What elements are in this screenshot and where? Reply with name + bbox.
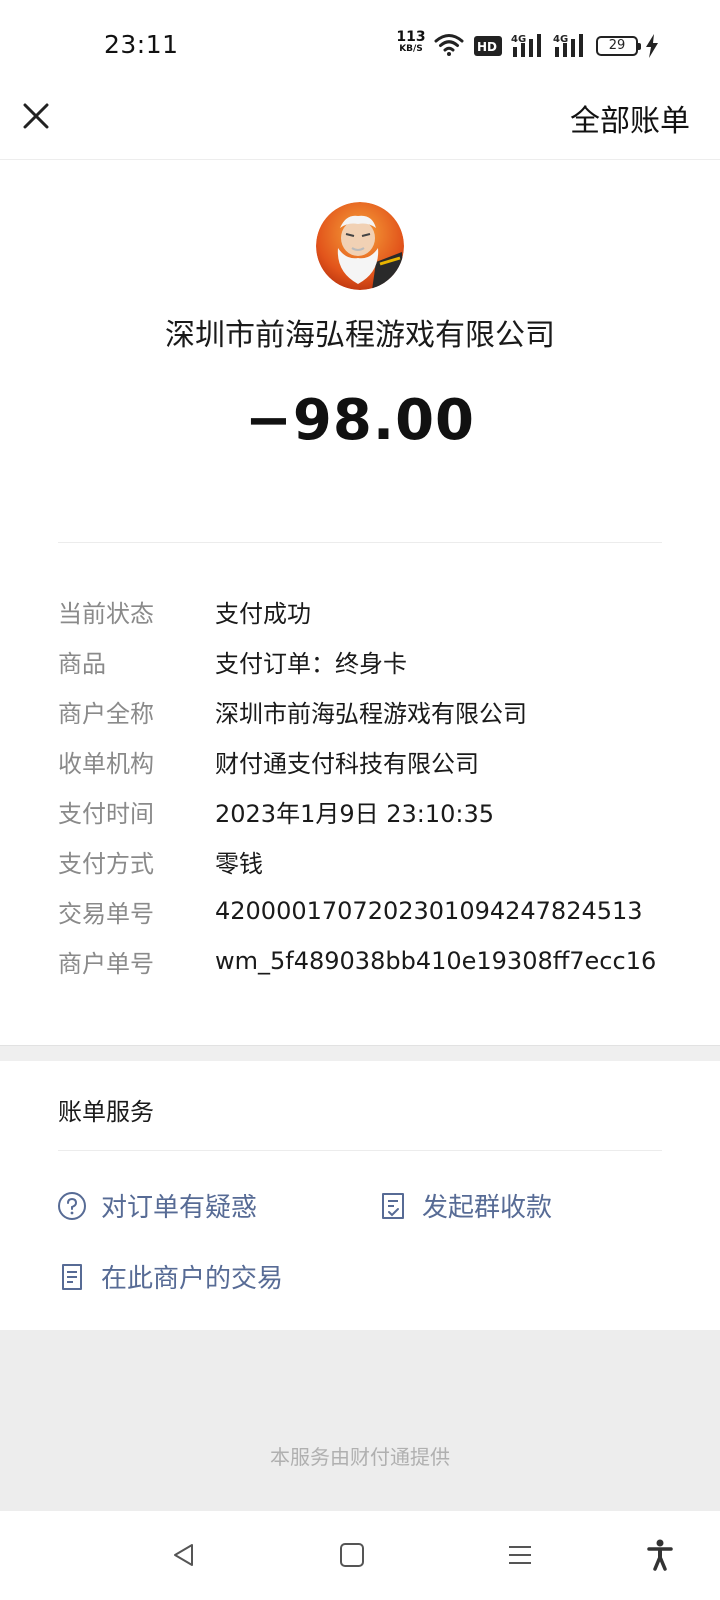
- divider: [58, 542, 662, 543]
- detail-value: 2023年1月9日 23:10:35: [215, 799, 495, 828]
- merchant-transactions-label: 在此商户的交易: [101, 1264, 284, 1294]
- detail-value: 深圳市前海弘程游戏有限公司: [215, 699, 527, 728]
- merchant-transactions-link[interactable]: 在此商户的交易: [57, 1258, 283, 1295]
- detail-value[interactable]: 4200001707202301094247824513: [215, 897, 643, 925]
- signal-icon: 4G: [553, 34, 583, 57]
- receipt-check-icon: [378, 1191, 408, 1221]
- back-icon[interactable]: [166, 1537, 202, 1573]
- network-speed-value: 113: [396, 29, 426, 45]
- recents-menu-icon[interactable]: [502, 1537, 538, 1573]
- merchant-name: 深圳市前海弘程游戏有限公司: [165, 318, 555, 353]
- detail-label: 当前状态: [58, 599, 154, 628]
- status-time: 23:11: [104, 30, 179, 59]
- detail-label: 支付方式: [58, 849, 154, 878]
- charging-icon: [646, 34, 658, 58]
- close-icon[interactable]: [18, 98, 54, 134]
- detail-row-transaction-id: 交易单号 4200001707202301094247824513: [58, 886, 698, 936]
- order-doubt-link[interactable]: 对订单有疑惑: [57, 1187, 257, 1224]
- detail-row-status: 当前状态 支付成功: [58, 586, 698, 636]
- all-bills-button[interactable]: 全部账单: [570, 96, 690, 140]
- network-speed: 113 KB/S: [396, 30, 426, 54]
- detail-row-payment-method: 支付方式 零钱: [58, 836, 698, 886]
- network-speed-unit: KB/S: [399, 44, 423, 54]
- header: 全部账单: [0, 90, 720, 160]
- order-doubt-label: 对订单有疑惑: [101, 1193, 258, 1223]
- detail-value: 财付通支付科技有限公司: [215, 749, 479, 778]
- battery-icon: 29: [596, 36, 641, 56]
- wifi-icon: [434, 34, 464, 56]
- merchant-avatar: [316, 202, 404, 290]
- detail-value: 支付成功: [215, 599, 311, 628]
- detail-label: 商品: [58, 649, 106, 678]
- detail-label: 商户全称: [58, 699, 154, 728]
- svg-text:HD: HD: [477, 40, 497, 54]
- detail-value: 零钱: [215, 849, 263, 878]
- section-separator: [0, 1045, 720, 1061]
- detail-value[interactable]: wm_5f489038bb410e19308ff7ecc16: [215, 947, 656, 975]
- status-icons: 113 KB/S HD 4G 4G 29: [396, 30, 696, 62]
- footer-provider-text: 本服务由财付通提供: [270, 1445, 450, 1469]
- detail-row-acquirer: 收单机构 财付通支付科技有限公司: [58, 736, 698, 786]
- detail-value: 支付订单：终身卡: [215, 649, 407, 678]
- status-bar: 23:11 113 KB/S HD 4G 4G 29: [0, 0, 720, 90]
- detail-label: 交易单号: [58, 899, 154, 928]
- system-navigation-bar: [0, 1511, 720, 1600]
- transaction-amount: −98.00: [244, 388, 476, 453]
- detail-label: 支付时间: [58, 799, 154, 828]
- detail-row-payment-time: 支付时间 2023年1月9日 23:10:35: [58, 786, 698, 836]
- battery-level: 29: [608, 38, 626, 53]
- footer-band: [0, 1330, 720, 1511]
- detail-row-product: 商品 支付订单：终身卡: [58, 636, 698, 686]
- accessibility-icon[interactable]: [642, 1537, 678, 1573]
- detail-row-merchant-order-id: 商户单号 wm_5f489038bb410e19308ff7ecc16: [58, 936, 698, 986]
- detail-label: 商户单号: [58, 949, 154, 978]
- detail-row-merchant-fullname: 商户全称 深圳市前海弘程游戏有限公司: [58, 686, 698, 736]
- detail-label: 收单机构: [58, 749, 154, 778]
- divider: [58, 1150, 662, 1151]
- group-collect-link[interactable]: 发起群收款: [378, 1187, 552, 1224]
- document-icon: [57, 1262, 87, 1292]
- hd-icon: HD: [474, 36, 502, 56]
- signal-icon: 4G: [511, 34, 541, 57]
- group-collect-label: 发起群收款: [422, 1193, 553, 1223]
- home-icon[interactable]: [334, 1537, 370, 1573]
- transaction-details: 当前状态 支付成功 商品 支付订单：终身卡 商户全称 深圳市前海弘程游戏有限公司…: [58, 586, 698, 986]
- question-circle-icon: [57, 1191, 87, 1221]
- service-section-title: 账单服务: [58, 1098, 154, 1126]
